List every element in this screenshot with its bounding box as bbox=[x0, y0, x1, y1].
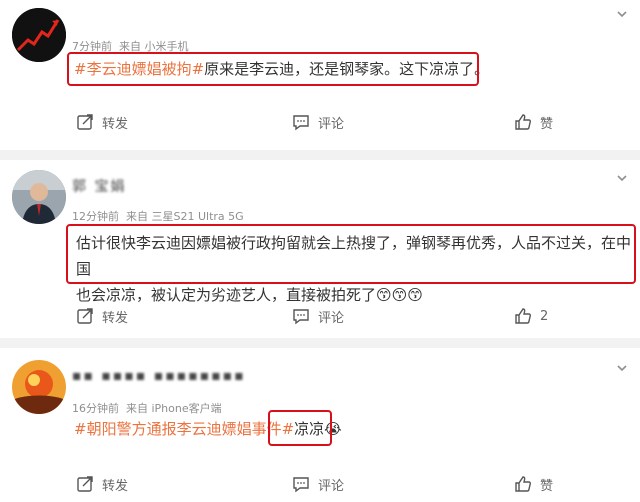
comment-button[interactable]: 评论 bbox=[292, 470, 344, 498]
chevron-down-icon[interactable] bbox=[616, 172, 628, 184]
post-meta: 16分钟前 来自 iPhone客户端 bbox=[72, 400, 222, 416]
repost-label: 转发 bbox=[102, 310, 129, 326]
action-bar: 转发 评论 赞 bbox=[0, 108, 640, 136]
username[interactable]: 郭 宝娟 bbox=[72, 176, 126, 196]
like-button[interactable]: 赞 bbox=[514, 108, 553, 136]
comment-item: 7分钟前 来自 小米手机 #李云迪嫖娼被拘#原来是李云迪，还是钢琴家。这下凉凉了… bbox=[0, 0, 640, 152]
username[interactable]: ▪▪ ▪▪▪▪ ▪▪▪▪▪▪▪▪ bbox=[72, 368, 246, 384]
post-time: 12分钟前 bbox=[72, 210, 119, 223]
chevron-down-icon[interactable] bbox=[616, 362, 628, 374]
repost-icon bbox=[77, 476, 93, 492]
post-source: 来自 三星S21 Ultra 5G bbox=[126, 210, 244, 223]
comment-item: 郭 宝娟 12分钟前 来自 三星S21 Ultra 5G 估计很快李云迪因嫖娼被… bbox=[0, 160, 640, 340]
highlight-box bbox=[66, 224, 636, 284]
like-count: 2 bbox=[540, 308, 549, 324]
avatar[interactable] bbox=[12, 360, 66, 414]
comment-button[interactable]: 评论 bbox=[292, 108, 344, 136]
separator bbox=[0, 150, 640, 160]
comment-label: 评论 bbox=[318, 478, 345, 494]
highlight-box bbox=[268, 410, 332, 446]
hashtag-link[interactable]: #朝阳警方通报李云迪嫖娼事件# bbox=[74, 420, 294, 438]
repost-label: 转发 bbox=[102, 478, 129, 494]
chevron-down-icon[interactable] bbox=[616, 8, 628, 20]
thumbs-up-icon bbox=[515, 308, 531, 324]
comment-button[interactable]: 评论 bbox=[292, 302, 344, 330]
comment-label: 评论 bbox=[318, 116, 345, 132]
repost-icon bbox=[77, 114, 93, 130]
like-label: 赞 bbox=[540, 478, 554, 494]
repost-button[interactable]: 转发 bbox=[76, 108, 128, 136]
separator bbox=[0, 338, 640, 348]
repost-icon bbox=[77, 308, 93, 324]
comment-icon bbox=[293, 477, 309, 493]
comment-label: 评论 bbox=[318, 310, 345, 326]
post-time: 16分钟前 bbox=[72, 402, 119, 415]
highlight-box bbox=[67, 52, 479, 86]
post-meta: 12分钟前 来自 三星S21 Ultra 5G bbox=[72, 208, 244, 224]
comment-item: ▪▪ ▪▪▪▪ ▪▪▪▪▪▪▪▪ 16分钟前 来自 iPhone客户端 #朝阳警… bbox=[0, 348, 640, 502]
like-button[interactable]: 赞 bbox=[514, 470, 553, 498]
like-label: 赞 bbox=[540, 116, 554, 132]
action-bar: 转发 评论 2 bbox=[0, 302, 640, 330]
comment-icon bbox=[293, 115, 309, 131]
thumbs-up-icon bbox=[515, 114, 531, 130]
repost-button[interactable]: 转发 bbox=[76, 470, 128, 498]
avatar[interactable] bbox=[12, 170, 66, 224]
action-bar: 转发 评论 赞 bbox=[0, 470, 640, 498]
comment-icon bbox=[293, 309, 309, 325]
like-button[interactable]: 2 bbox=[514, 302, 548, 330]
thumbs-up-icon bbox=[515, 476, 531, 492]
post-source: 来自 iPhone客户端 bbox=[126, 402, 222, 415]
avatar[interactable] bbox=[12, 8, 66, 62]
repost-label: 转发 bbox=[102, 116, 129, 132]
repost-button[interactable]: 转发 bbox=[76, 302, 128, 330]
